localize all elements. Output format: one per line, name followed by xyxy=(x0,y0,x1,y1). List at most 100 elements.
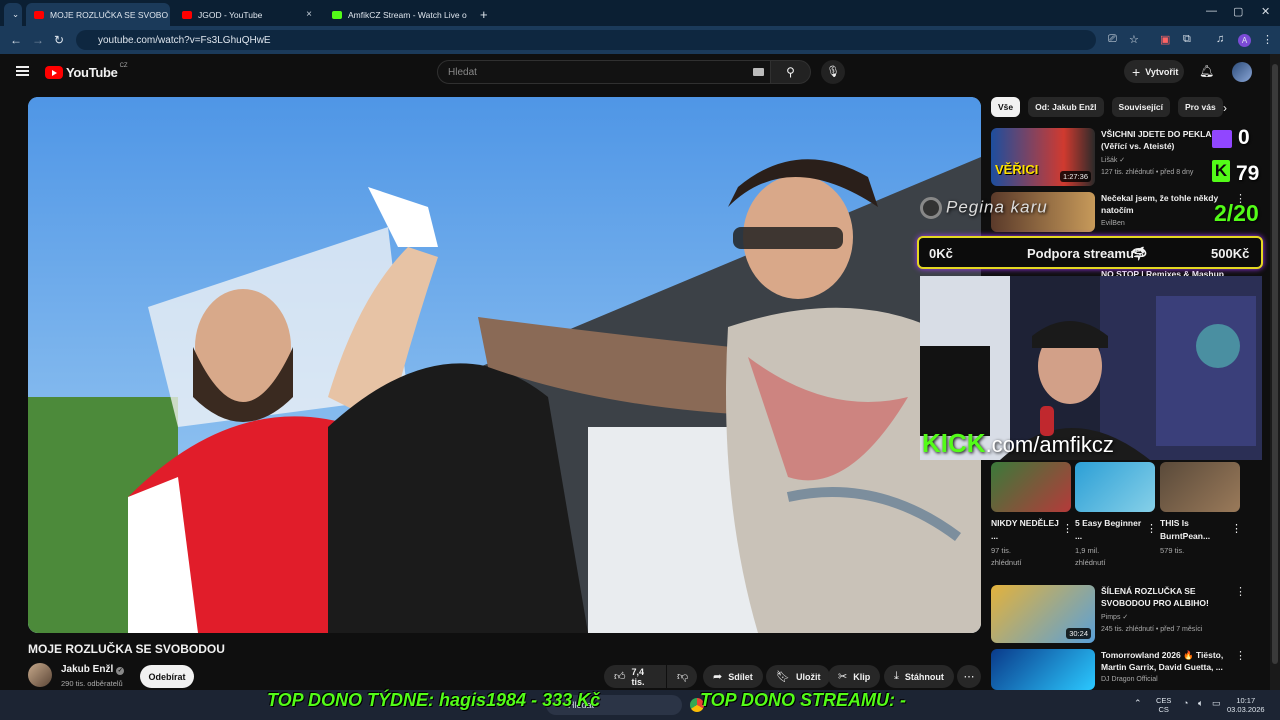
more-options-icon[interactable]: ⋮ xyxy=(1235,649,1246,662)
short-item[interactable]: THIS Is BurntPean... 579 tis. ⋮ xyxy=(1160,462,1242,557)
goal-target: 500Kč xyxy=(1211,246,1250,261)
chip-related[interactable]: Související xyxy=(1111,97,1170,117)
recommendation-item[interactable]: 30:24 ŠÍLENÁ ROZLUČKA SE SVOBODOU PRO AL… xyxy=(991,585,1251,643)
video-duration: 30:24 xyxy=(1066,628,1091,639)
more-options-icon[interactable]: ⋮ xyxy=(1231,522,1242,535)
short-thumbnail xyxy=(991,462,1071,512)
minimize-icon[interactable]: — xyxy=(1206,5,1217,17)
goal-counter: 2/20 xyxy=(1214,200,1259,226)
more-options-icon[interactable]: ⋮ xyxy=(1062,522,1073,535)
volume-icon[interactable]: 🔈︎ xyxy=(1198,699,1203,708)
wifi-icon[interactable]: ◔ xyxy=(1183,699,1188,708)
close-tab-icon[interactable]: × xyxy=(467,9,470,20)
create-button[interactable]: + Vytvořit xyxy=(1124,60,1184,83)
video-frame xyxy=(28,97,981,633)
new-tab-button[interactable]: + xyxy=(472,3,490,26)
browser-menu-icon[interactable]: ⋮ xyxy=(1262,33,1273,46)
extensions-puzzle-icon[interactable]: ⧉ xyxy=(1183,33,1191,46)
youtube-favicon-icon xyxy=(182,10,192,19)
audio-icon[interactable]: 🔊︎ xyxy=(168,9,170,20)
menu-icon[interactable] xyxy=(16,66,29,76)
short-views: 1,9 mil. zhlédnutí xyxy=(1075,545,1155,569)
video-thumbnail: VĚŘICI 1:27:36 xyxy=(991,128,1095,186)
recommendation-item[interactable]: Tomorrowland 2026 🔥 Tiësto, Martin Garri… xyxy=(991,649,1251,690)
scrollbar-thumb[interactable] xyxy=(1272,64,1278,664)
channel-name: Lišák xyxy=(1101,157,1118,164)
keyboard-icon[interactable] xyxy=(753,68,764,76)
chip-all[interactable]: Vše xyxy=(991,97,1021,117)
like-count: 7,4 tis. xyxy=(631,666,645,687)
chip-for-you[interactable]: Pro vás xyxy=(1177,97,1223,117)
short-item[interactable]: NIKDY NEDĚLEJ ... 97 tis. zhlédnutí ⋮ xyxy=(991,462,1073,569)
tab-amfik[interactable]: AmfikCZ Stream - Watch Live o × xyxy=(324,3,470,26)
channel-name-row[interactable]: Jakub Enžl ✓ xyxy=(61,664,125,675)
tab-label: AmfikCZ Stream - Watch Live o xyxy=(348,9,467,20)
back-icon[interactable]: ← xyxy=(10,33,22,47)
like-button[interactable]: 👍︎ 7,4 tis. xyxy=(604,665,666,688)
browser-toolbar: ← → ↻ youtube.com/watch?v=Fs3LGhuQHwE ⎚ … xyxy=(0,26,1280,54)
cast-icon[interactable]: ⎚ xyxy=(1108,33,1117,46)
download-icon: ⤓ xyxy=(894,670,899,682)
share-button[interactable]: ➦ Sdílet xyxy=(703,665,763,688)
reload-icon[interactable]: ↻ xyxy=(54,33,64,47)
close-window-icon[interactable]: ✕ xyxy=(1261,5,1270,18)
twitch-count: 0 xyxy=(1238,126,1250,149)
more-options-icon[interactable]: ⋮ xyxy=(1146,522,1157,535)
close-tab-icon[interactable]: × xyxy=(300,9,312,20)
address-bar[interactable]: youtube.com/watch?v=Fs3LGhuQHwE xyxy=(76,30,1096,50)
dislike-button[interactable]: 👎︎ xyxy=(667,665,697,688)
forward-icon[interactable]: → xyxy=(32,33,44,47)
save-button[interactable]: 🔖︎ Uložit xyxy=(766,665,831,688)
download-button[interactable]: ⤓ Stáhnout xyxy=(884,665,954,688)
kick-url-overlay: KICK.com/amfikcz xyxy=(922,428,1114,459)
account-avatar[interactable] xyxy=(1232,62,1252,82)
voice-search-button[interactable]: 🎙︎ xyxy=(821,60,845,84)
view-count: 97 tis. xyxy=(991,546,1012,555)
short-title: 5 Easy Beginner ... xyxy=(1075,518,1142,541)
shark-icon: 🦈︎ xyxy=(1131,246,1148,261)
profile-avatar[interactable]: A xyxy=(1238,34,1251,47)
tab-jgod[interactable]: JGOD - YouTube × xyxy=(174,3,320,26)
pegina-text: Pegina karu xyxy=(946,197,1048,217)
short-item[interactable]: 5 Easy Beginner ... 1,9 mil. zhlédnutí ⋮ xyxy=(1075,462,1157,569)
more-icon: ⋯ xyxy=(963,671,975,683)
notifications-bell-icon[interactable]: 🔔︎ xyxy=(1199,64,1214,78)
channel-row: Pimps ✓ xyxy=(1101,613,1128,621)
page-scrollbar[interactable] xyxy=(1270,54,1280,690)
youtube-logo[interactable]: YouTube CZ xyxy=(45,62,128,80)
top-donor-week-ticker: TOP DONO TÝDNE: hagis1984 - 333 Kč xyxy=(267,690,601,710)
tab-video[interactable]: MOJE ROZLUČKA SE SVOBO 🔊︎ × xyxy=(26,3,170,26)
short-thumbnail xyxy=(1160,462,1240,512)
language-bottom: CS xyxy=(1158,705,1169,714)
language-indicator[interactable]: CES CS xyxy=(1156,696,1171,714)
chip-from-channel[interactable]: Od: Jakub Enžl xyxy=(1028,97,1104,117)
twitch-icon xyxy=(1212,130,1232,148)
chevron-right-icon[interactable]: › xyxy=(1223,101,1227,115)
short-views: 97 tis. zhlédnutí xyxy=(991,545,1071,569)
search-icon: ⚲ xyxy=(786,65,795,79)
clip-button[interactable]: ✂ Klip xyxy=(828,665,881,688)
maximize-icon[interactable]: ▢ xyxy=(1233,5,1243,18)
video-meta: 245 tis. zhlédnutí • před 7 měsíci xyxy=(1101,626,1203,633)
search-button[interactable]: ⚲ xyxy=(771,60,811,84)
battery-icon[interactable]: ▭ xyxy=(1212,699,1221,708)
channel-avatar[interactable] xyxy=(28,663,52,687)
media-control-icon[interactable]: ♫ xyxy=(1216,33,1224,45)
clock[interactable]: 10:17 03.03.2026 xyxy=(1227,696,1265,714)
thumbs-up-icon: 👍︎ xyxy=(614,671,626,683)
tab-label: JGOD - YouTube xyxy=(198,9,263,20)
more-actions-button[interactable]: ⋯ xyxy=(957,665,981,688)
subscribe-button[interactable]: Odebírat xyxy=(140,665,194,688)
tray-chevron-icon[interactable]: ⌃ xyxy=(1134,699,1142,708)
video-player[interactable] xyxy=(28,97,981,633)
bookmark-star-icon[interactable]: ☆ xyxy=(1129,33,1139,46)
extension-icon[interactable]: ▣ xyxy=(1160,33,1170,46)
search-input[interactable]: Hledat xyxy=(437,60,771,84)
verified-icon: ✓ xyxy=(1119,157,1126,164)
video-duration: 1:27:36 xyxy=(1059,171,1091,182)
tab-list-button[interactable]: ⌄ xyxy=(4,3,22,26)
share-icon: ➦ xyxy=(713,671,723,683)
more-options-icon[interactable]: ⋮ xyxy=(1235,585,1246,598)
country-code: CZ xyxy=(119,62,128,69)
pegina-karu-overlay: Pegina karu xyxy=(920,197,1048,219)
